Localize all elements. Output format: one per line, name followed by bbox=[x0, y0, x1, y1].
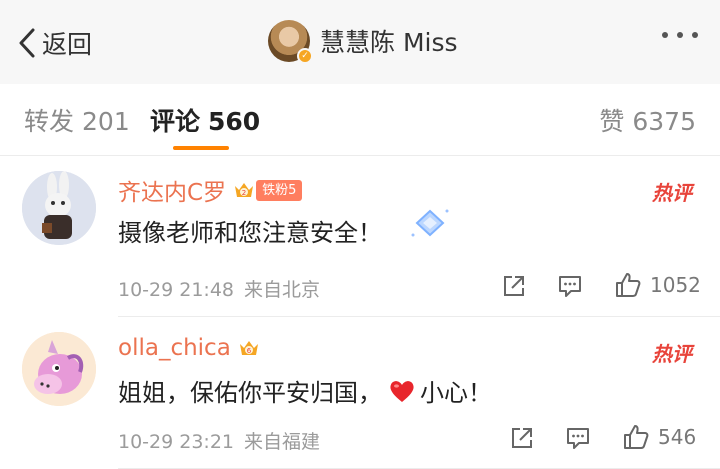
tab-like[interactable]: 赞 6375 bbox=[599, 102, 696, 138]
crown-icon: 2 bbox=[235, 183, 254, 197]
like-button[interactable]: 1052 bbox=[614, 271, 701, 299]
comment-text: 摄像老师和您注意安全！ bbox=[118, 213, 382, 248]
comment-item: 齐达内C罗 2 铁粉5 热评 摄像老师和您注意安全！ 10-29 21:48 来自… bbox=[0, 157, 720, 317]
comment-text: 姐姐，保佑你平安归国， 小心！ bbox=[118, 373, 492, 408]
chevron-left-icon bbox=[19, 28, 35, 58]
avatar[interactable] bbox=[22, 332, 96, 406]
username-row: 齐达内C罗 2 铁粉5 bbox=[118, 173, 303, 207]
more-dots-icon[interactable] bbox=[662, 32, 698, 38]
hot-comment-badge: 热评 bbox=[652, 181, 692, 205]
comment-time: 10-29 21:48 bbox=[118, 279, 235, 301]
comment-text-before: 姐姐，保佑你平安归国， bbox=[118, 379, 382, 407]
comment-location: 来自福建 bbox=[244, 431, 321, 453]
comment-location: 来自北京 bbox=[244, 279, 321, 301]
svg-text:6: 6 bbox=[247, 347, 252, 355]
reply-button[interactable] bbox=[556, 272, 584, 300]
fan-badge: 铁粉5 bbox=[256, 179, 303, 201]
like-count: 1052 bbox=[650, 273, 701, 297]
avatar[interactable] bbox=[22, 171, 96, 245]
reply-button[interactable] bbox=[564, 424, 592, 452]
thumbs-up-icon bbox=[616, 273, 641, 297]
tab-comment-label: 评论 bbox=[150, 107, 201, 136]
verified-badge-icon: ✓ bbox=[297, 48, 313, 64]
comment-text-body: 摄像老师和您注意安全！ bbox=[118, 219, 382, 247]
username[interactable]: olla_chica bbox=[118, 335, 231, 361]
comment-item: olla_chica 6 热评 姐姐，保佑你平安归国， 小心！ 10-29 23… bbox=[0, 318, 720, 469]
divider bbox=[118, 316, 720, 317]
tab-like-count: 6375 bbox=[632, 107, 696, 136]
fan-badge-label: 铁粉5 bbox=[256, 179, 303, 201]
heart-icon bbox=[390, 380, 414, 402]
active-tab-indicator bbox=[173, 146, 229, 150]
tab-comment-count: 560 bbox=[208, 107, 261, 136]
thumbs-up-icon bbox=[624, 425, 649, 449]
tab-comment[interactable]: 评论 560 bbox=[150, 102, 260, 138]
rabbit-avatar-icon bbox=[22, 171, 96, 245]
nav-title-group[interactable]: ✓ 慧慧陈 Miss bbox=[268, 18, 458, 64]
comment-meta: 10-29 21:48 来自北京 bbox=[118, 275, 320, 302]
username-row: olla_chica 6 bbox=[118, 335, 261, 361]
like-button[interactable]: 546 bbox=[622, 423, 696, 451]
diamond-sparkle-icon bbox=[411, 209, 449, 237]
share-icon bbox=[512, 428, 532, 448]
svg-text:2: 2 bbox=[242, 189, 246, 197]
comment-meta: 10-29 23:21 来自福建 bbox=[118, 427, 320, 454]
tab-repost-label: 转发 bbox=[24, 107, 75, 136]
top-nav-bar: 返回 ✓ 慧慧陈 Miss bbox=[0, 0, 720, 84]
share-button[interactable] bbox=[508, 424, 536, 452]
like-count: 546 bbox=[658, 425, 697, 449]
hot-comment-badge: 热评 bbox=[652, 342, 692, 366]
tab-bar: 转发 201 评论 560 赞 6375 bbox=[0, 84, 720, 156]
share-icon bbox=[504, 276, 524, 296]
comment-bubble-icon bbox=[559, 276, 581, 297]
tab-repost-count: 201 bbox=[82, 107, 130, 136]
tab-repost[interactable]: 转发 201 bbox=[24, 102, 130, 138]
comment-bubble-icon bbox=[567, 428, 589, 449]
share-button[interactable] bbox=[500, 272, 528, 300]
tab-like-label: 赞 bbox=[599, 107, 625, 136]
username[interactable]: 齐达内C罗 bbox=[118, 173, 226, 207]
page-title: 慧慧陈 Miss bbox=[320, 28, 458, 57]
crown-icon: 6 bbox=[239, 341, 258, 355]
back-button[interactable]: 返回 bbox=[16, 24, 92, 62]
comment-time: 10-29 23:21 bbox=[118, 431, 235, 453]
back-label: 返回 bbox=[42, 30, 93, 59]
unicorn-avatar-icon bbox=[22, 332, 96, 406]
comment-text-after: 小心！ bbox=[420, 379, 492, 407]
author-avatar[interactable]: ✓ bbox=[268, 20, 313, 64]
